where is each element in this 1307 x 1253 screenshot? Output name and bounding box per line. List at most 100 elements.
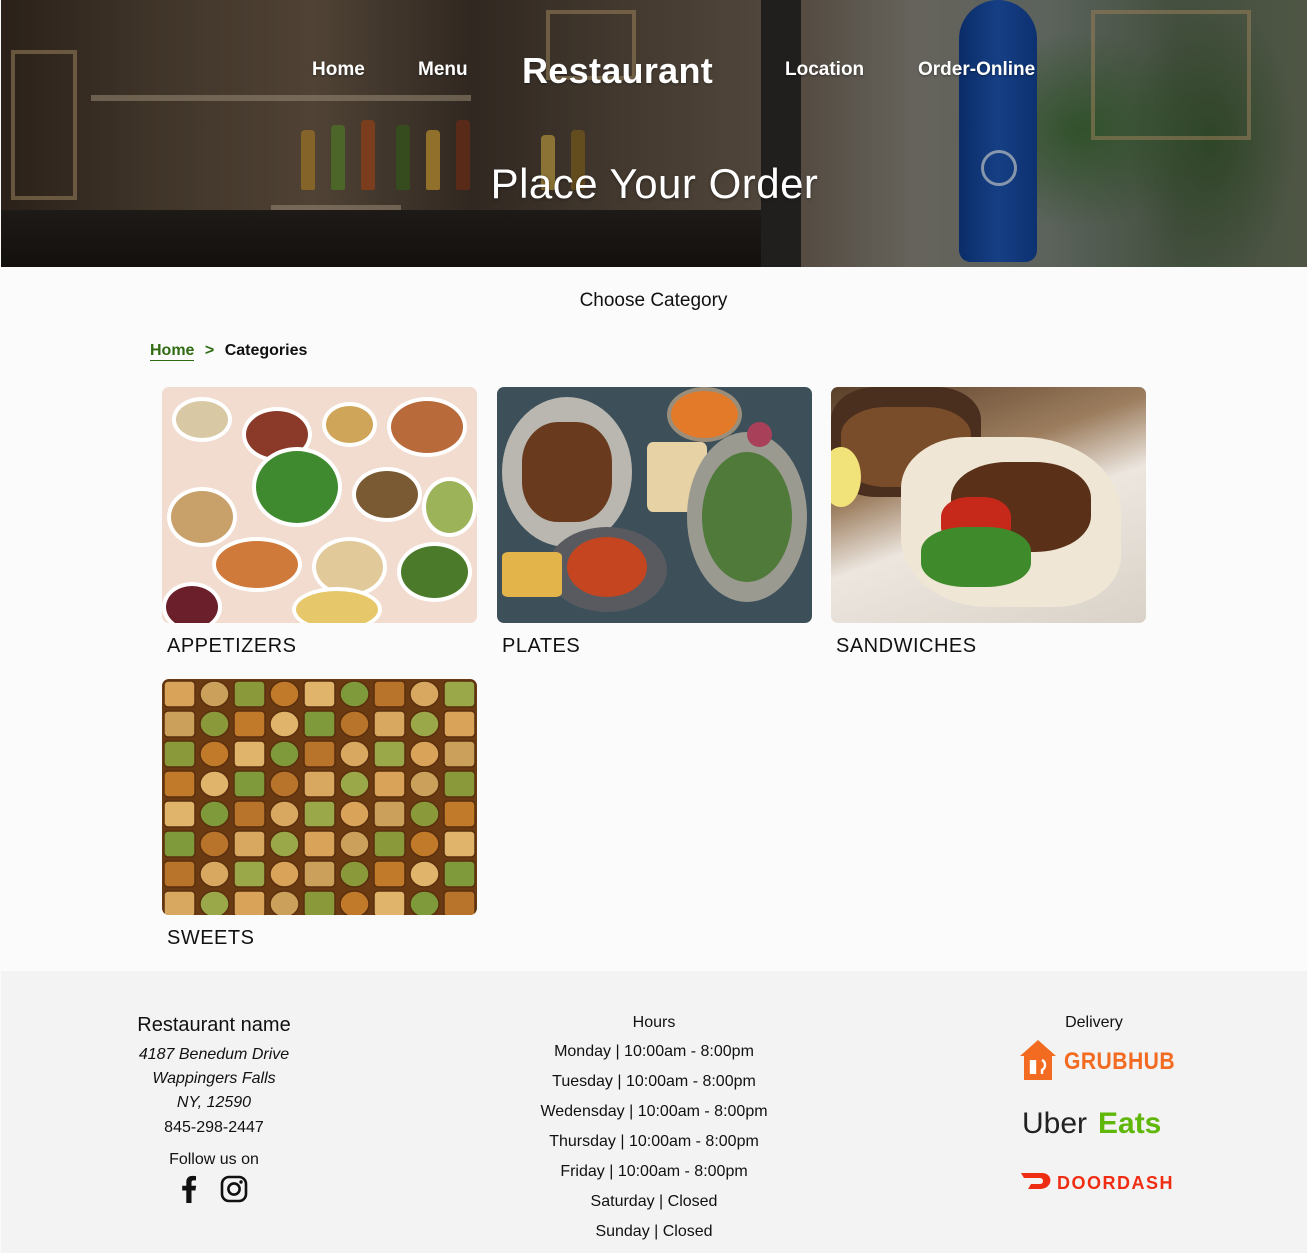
pastry-piece — [339, 740, 370, 768]
pastry-piece — [163, 860, 196, 888]
pastry-piece — [269, 830, 300, 858]
section-heading: Choose Category — [579, 290, 728, 311]
doordash-logo[interactable]: DOORDASH — [1004, 1167, 1184, 1197]
nav-order-online-link[interactable]: Order-Online — [918, 59, 1035, 81]
pastry-piece — [163, 890, 196, 915]
pastry-piece — [269, 860, 300, 888]
address-line: 4187 Benedum Drive — [138, 1046, 290, 1063]
address-line: Wappingers Falls — [152, 1070, 276, 1087]
pastry-piece — [303, 830, 336, 858]
phone-number[interactable]: 845-298-2447 — [109, 1119, 319, 1137]
grubhub-logo[interactable]: GRUBHUB — [1004, 1038, 1184, 1082]
category-label[interactable]: SWEETS — [167, 927, 477, 950]
pastry-piece — [233, 830, 266, 858]
appetizers-image[interactable] — [162, 387, 477, 623]
hours-row: Wedensday | 10:00am - 8:00pm — [540, 1103, 768, 1120]
hours-row: Monday | 10:00am - 8:00pm — [554, 1043, 754, 1060]
pastry-piece — [199, 710, 230, 738]
hours-row: Friday | 10:00am - 8:00pm — [560, 1163, 748, 1180]
hours-list: Monday | 10:00am - 8:00pm Tuesday | 10:0… — [504, 1037, 804, 1247]
category-label[interactable]: SANDWICHES — [836, 635, 1146, 658]
pastry-piece — [443, 740, 476, 768]
brand-logo-link[interactable]: Restaurant — [522, 50, 713, 92]
hours-row: Thursday | 10:00am - 8:00pm — [549, 1133, 759, 1150]
category-card-plates[interactable]: PLATES — [497, 387, 812, 658]
doordash-wordmark: DOORDASH — [1057, 1173, 1175, 1193]
pastry-piece — [163, 830, 196, 858]
pastry-piece — [199, 860, 230, 888]
pastry-piece — [199, 830, 230, 858]
nav-location-link[interactable]: Location — [785, 59, 864, 81]
pastry-piece — [233, 710, 266, 738]
pastry-piece — [269, 890, 300, 915]
breadcrumb-current: Categories — [224, 342, 308, 359]
pastry-piece — [443, 890, 476, 915]
pastry-piece — [409, 740, 440, 768]
pastry-piece — [269, 680, 300, 708]
pastry-piece — [163, 800, 196, 828]
address: 4187 Benedum Drive Wappingers Falls NY, … — [109, 1043, 319, 1115]
pastry-piece — [303, 770, 336, 798]
pastry-piece — [373, 860, 406, 888]
pastry-piece — [163, 740, 196, 768]
category-label[interactable]: PLATES — [502, 635, 812, 658]
pastry-piece — [163, 710, 196, 738]
nav-menu-link[interactable]: Menu — [418, 59, 468, 81]
pastry-piece — [373, 740, 406, 768]
pastry-piece — [443, 680, 476, 708]
grubhub-house-icon — [1020, 1040, 1056, 1080]
pastry-piece — [269, 800, 300, 828]
hours-row: Saturday | Closed — [590, 1193, 718, 1210]
pastry-piece — [233, 860, 266, 888]
pastry-piece — [443, 830, 476, 858]
instagram-icon[interactable] — [220, 1175, 248, 1208]
address-line: NY, 12590 — [176, 1094, 252, 1111]
pastry-piece — [303, 890, 336, 915]
grubhub-wordmark: GRUBHUB — [1064, 1048, 1176, 1075]
plates-image[interactable] — [497, 387, 812, 623]
hours-row: Sunday | Closed — [595, 1223, 713, 1240]
pastry-piece — [339, 680, 370, 708]
footer-contact: Restaurant name 4187 Benedum Drive Wappi… — [109, 971, 319, 1208]
pastry-piece — [409, 830, 440, 858]
uber-wordmark: Uber — [1022, 1107, 1088, 1140]
pastry-piece — [373, 680, 406, 708]
pastry-piece — [303, 710, 336, 738]
pastry-piece — [233, 890, 266, 915]
pastry-piece — [199, 680, 230, 708]
pastry-piece — [233, 770, 266, 798]
pastry-piece — [373, 770, 406, 798]
pastry-piece — [409, 770, 440, 798]
pastry-piece — [373, 890, 406, 915]
pastry-piece — [409, 800, 440, 828]
pastry-piece — [409, 680, 440, 708]
pastry-piece — [233, 740, 266, 768]
ubereats-logo[interactable]: Uber Eats — [1004, 1107, 1184, 1143]
category-card-sweets[interactable]: SWEETS — [162, 679, 477, 950]
hours-title: Hours — [632, 1014, 676, 1031]
facebook-icon[interactable] — [180, 1175, 198, 1208]
nav-home-link[interactable]: Home — [312, 59, 365, 81]
sandwiches-image[interactable] — [831, 387, 1146, 623]
pastry-piece — [199, 770, 230, 798]
pastry-piece — [199, 800, 230, 828]
follow-label: Follow us on — [169, 1151, 259, 1168]
breadcrumb-home-link[interactable]: Home — [150, 342, 195, 361]
pastry-piece — [199, 890, 230, 915]
footer-delivery: Delivery GRUBHUB Uber Eats DOORDASH — [1004, 971, 1184, 1197]
pastry-piece — [373, 800, 406, 828]
pastry-piece — [339, 890, 370, 915]
breadcrumb: Home > Categories — [150, 342, 308, 361]
pastry-piece — [339, 770, 370, 798]
hours-row: Tuesday | 10:00am - 8:00pm — [552, 1073, 756, 1090]
category-card-appetizers[interactable]: APPETIZERS — [162, 387, 477, 658]
category-label[interactable]: APPETIZERS — [167, 635, 477, 658]
category-card-sandwiches[interactable]: SANDWICHES — [831, 387, 1146, 658]
sweets-image[interactable] — [162, 679, 477, 915]
eats-wordmark: Eats — [1098, 1107, 1162, 1140]
pastry-piece — [269, 770, 300, 798]
pastry-piece — [303, 680, 336, 708]
hero-banner: Home Menu Restaurant Location Order-Onli… — [1, 0, 1307, 267]
pastry-piece — [409, 860, 440, 888]
footer: Restaurant name 4187 Benedum Drive Wappi… — [1, 971, 1307, 1253]
